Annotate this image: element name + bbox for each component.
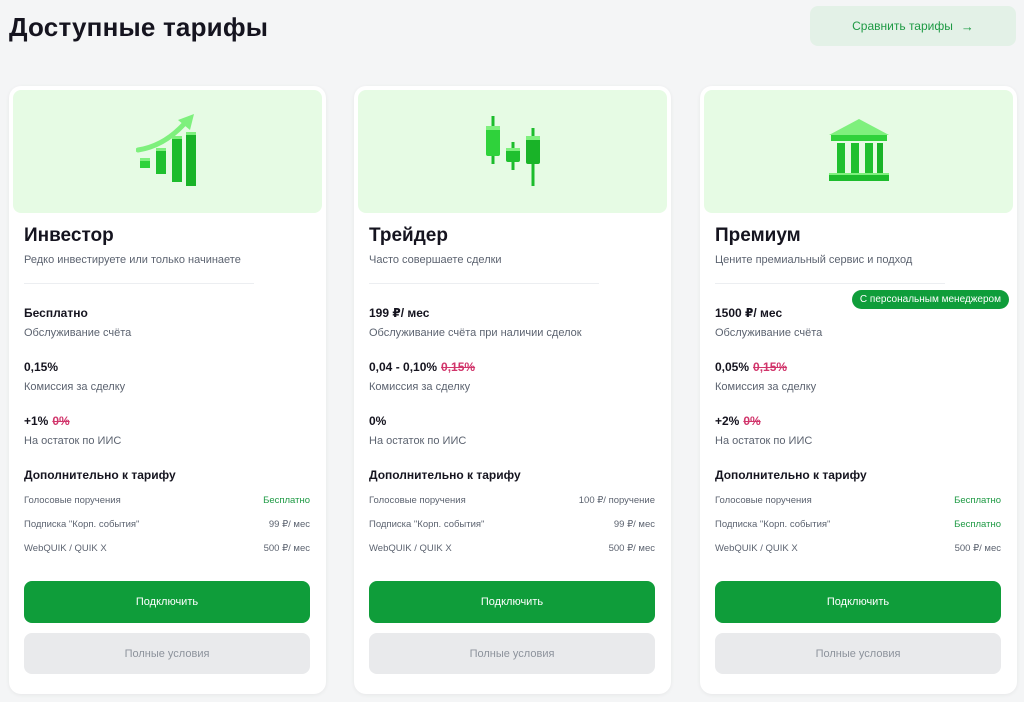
commission: 0,15% xyxy=(24,360,58,374)
personal-manager-badge: С персональным менеджером xyxy=(851,290,1009,309)
extra-name: Голосовые поручения xyxy=(715,495,812,506)
extra-row: Подписка "Корп. события" Бесплатно xyxy=(715,519,1001,530)
service-price: 199 ₽/ мес xyxy=(369,306,429,320)
full-terms-button[interactable]: Полные условия xyxy=(24,633,310,674)
commission-label: Комиссия за сделку xyxy=(369,381,471,393)
extra-row: Голосовые поручения Бесплатно xyxy=(715,495,1001,506)
plan-hero xyxy=(13,90,322,213)
commission-label: Комиссия за сделку xyxy=(24,381,126,393)
iis-rate: 0% xyxy=(369,414,386,428)
iis-label: На остаток по ИИС xyxy=(715,435,813,447)
page-title: Доступные тарифы xyxy=(9,12,269,42)
iis-label: На остаток по ИИС xyxy=(369,435,467,447)
extra-price: 500 ₽/ мес xyxy=(608,543,655,554)
iis-rate-old: 0% xyxy=(743,414,761,428)
plan-name: Инвестор xyxy=(24,225,114,246)
divider xyxy=(24,283,254,284)
service-label: Обслуживание счёта xyxy=(24,327,132,339)
extra-price: Бесплатно xyxy=(263,495,310,506)
extra-name: Голосовые поручения xyxy=(24,495,121,506)
plan-card-trader: Трейдер Часто совершаете сделки 199 ₽/ м… xyxy=(354,86,671,694)
extra-price: Бесплатно xyxy=(954,519,1001,530)
plan-description: Редко инвестируете или только начинаете xyxy=(24,254,241,266)
extra-name: WebQUIK / QUIK X xyxy=(24,543,107,554)
plan-card-premium: С персональным менеджером Премиум Цените… xyxy=(700,86,1017,694)
plan-card-investor: Инвестор Редко инвестируете или только н… xyxy=(9,86,326,694)
extra-price: 100 ₽/ поручение xyxy=(578,495,655,506)
extra-price: Бесплатно xyxy=(954,495,1001,506)
plan-hero xyxy=(358,90,667,213)
extra-price: 500 ₽/ мес xyxy=(263,543,310,554)
extra-price: 99 ₽/ мес xyxy=(613,519,655,530)
plan-hero xyxy=(704,90,1013,213)
extra-row: Голосовые поручения 100 ₽/ поручение xyxy=(369,495,655,506)
extra-name: Подписка "Корп. события" xyxy=(715,519,831,530)
full-terms-button[interactable]: Полные условия xyxy=(369,633,655,674)
service-label: Обслуживание счёта xyxy=(715,327,823,339)
extra-row: WebQUIK / QUIK X 500 ₽/ мес xyxy=(24,543,310,554)
compare-plans-label: Сравнить тарифы xyxy=(852,19,953,33)
service-price: Бесплатно xyxy=(24,306,88,320)
growth-chart-icon xyxy=(135,113,196,186)
commission-old: 0,15% xyxy=(753,360,788,374)
commission-value: 0,04 - 0,10% xyxy=(369,360,438,374)
service-price: 1500 ₽/ мес xyxy=(715,306,782,320)
commission: 0,04 - 0,10% 0,15% xyxy=(369,360,475,374)
commission-label: Комиссия за сделку xyxy=(715,381,817,393)
extra-price: 99 ₽/ мес xyxy=(268,519,310,530)
service-price-value: Бесплатно xyxy=(24,306,88,320)
extra-name: Подписка "Корп. события" xyxy=(24,519,140,530)
iis-rate-value: 0% xyxy=(369,414,387,428)
commission-old: 0,15% xyxy=(441,360,476,374)
compare-plans-button[interactable]: Сравнить тарифы → xyxy=(810,6,1016,46)
iis-rate-old: 0% xyxy=(52,414,70,428)
connect-button[interactable]: Подключить xyxy=(24,581,310,623)
service-price-value: 1500 ₽/ мес xyxy=(715,306,783,320)
commission: 0,05% 0,15% xyxy=(715,360,787,374)
extras-title: Дополнительно к тарифу xyxy=(715,468,867,482)
extras-title: Дополнительно к тарифу xyxy=(24,468,176,482)
plan-name: Трейдер xyxy=(369,225,448,246)
iis-label: На остаток по ИИС xyxy=(24,435,122,447)
plan-description: Цените премиальный сервис и подход xyxy=(715,254,913,266)
extra-row: Подписка "Корп. события" 99 ₽/ мес xyxy=(24,519,310,530)
extra-price: 500 ₽/ мес xyxy=(954,543,1001,554)
iis-rate: +1% 0% xyxy=(24,414,70,428)
extra-row: Голосовые поручения Бесплатно xyxy=(24,495,310,506)
iis-rate-value: +1% xyxy=(24,414,49,428)
service-label: Обслуживание счёта при наличии сделок xyxy=(369,327,582,339)
extra-name: Подписка "Корп. события" xyxy=(369,519,485,530)
plan-description: Часто совершаете сделки xyxy=(369,254,502,266)
extra-row: WebQUIK / QUIK X 500 ₽/ мес xyxy=(715,543,1001,554)
arrow-right-icon: → xyxy=(960,18,974,34)
iis-rate-value: +2% xyxy=(715,414,740,428)
extra-name: WebQUIK / QUIK X xyxy=(369,543,452,554)
full-terms-button[interactable]: Полные условия xyxy=(715,633,1001,674)
connect-button[interactable]: Подключить xyxy=(715,581,1001,623)
commission-value: 0,05% xyxy=(715,360,750,374)
bank-building-icon xyxy=(828,118,889,181)
extra-name: Голосовые поручения xyxy=(369,495,466,506)
iis-rate: +2% 0% xyxy=(715,414,761,428)
extra-name: WebQUIK / QUIK X xyxy=(715,543,798,554)
extra-row: Подписка "Корп. события" 99 ₽/ мес xyxy=(369,519,655,530)
plan-name: Премиум xyxy=(715,225,801,246)
divider xyxy=(369,283,599,284)
connect-button[interactable]: Подключить xyxy=(369,581,655,623)
extra-row: WebQUIK / QUIK X 500 ₽/ мес xyxy=(369,543,655,554)
divider xyxy=(715,283,945,284)
extras-title: Дополнительно к тарифу xyxy=(369,468,521,482)
commission-value: 0,15% xyxy=(24,360,59,374)
service-price-value: 199 ₽/ мес xyxy=(369,306,430,320)
candlestick-icon xyxy=(485,115,540,186)
